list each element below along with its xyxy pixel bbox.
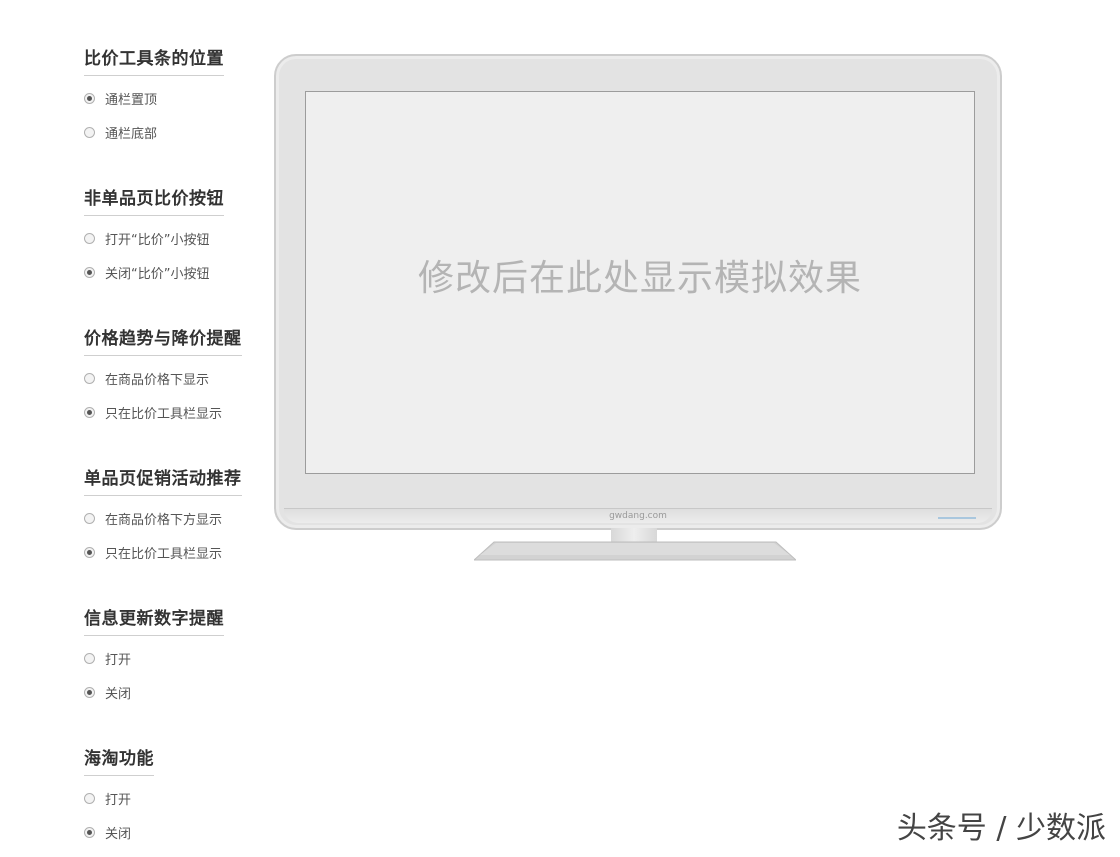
radio-button-checked[interactable]: [84, 687, 95, 698]
monitor-bezel: gwdang.com: [284, 508, 992, 523]
radio-trend-toolbar-only[interactable]: 只在比价工具栏显示: [84, 403, 222, 422]
monitor-stand-base: [474, 541, 796, 561]
radio-toolbar-top[interactable]: 通栏置顶: [84, 89, 157, 108]
radio-button[interactable]: [84, 373, 95, 384]
radio-haitao-on[interactable]: 打开: [84, 789, 131, 808]
radio-button-checked[interactable]: [84, 93, 95, 104]
section-price-trend: 价格趋势与降价提醒 在商品价格下显示 只在比价工具栏显示: [84, 320, 264, 460]
section-update-badge: 信息更新数字提醒 打开 关闭: [84, 600, 264, 740]
radio-button-checked[interactable]: [84, 267, 95, 278]
section-title: 非单品页比价按钮: [84, 184, 224, 216]
radio-badge-off[interactable]: 关闭: [84, 683, 131, 702]
radio-label: 在商品价格下显示: [105, 373, 210, 388]
radio-label: 通栏置顶: [105, 93, 158, 108]
radio-compare-button-on[interactable]: 打开“比价”小按钮: [84, 229, 209, 248]
power-led-icon: [938, 517, 976, 519]
monitor-preview: 修改后在此处显示模拟效果 gwdang.com: [274, 54, 1002, 530]
radio-label: 只在比价工具栏显示: [105, 547, 223, 562]
radio-label: 关闭: [105, 827, 132, 842]
radio-button[interactable]: [84, 653, 95, 664]
section-haitao: 海淘功能 打开 关闭: [84, 740, 264, 857]
radio-label: 通栏底部: [105, 127, 158, 142]
radio-label: 打开“比价”小按钮: [105, 233, 210, 248]
radio-label: 在商品价格下方显示: [105, 513, 223, 528]
radio-button[interactable]: [84, 793, 95, 804]
radio-toolbar-bottom[interactable]: 通栏底部: [84, 123, 157, 142]
section-title: 价格趋势与降价提醒: [84, 324, 242, 356]
brand-label: gwdang.com: [609, 511, 667, 521]
radio-promo-toolbar-only[interactable]: 只在比价工具栏显示: [84, 543, 222, 562]
radio-button-checked[interactable]: [84, 827, 95, 838]
preview-screen: 修改后在此处显示模拟效果: [305, 91, 975, 474]
radio-promo-below-price[interactable]: 在商品价格下方显示: [84, 509, 222, 528]
radio-button-checked[interactable]: [84, 547, 95, 558]
radio-label: 打开: [105, 653, 132, 668]
radio-label: 打开: [105, 793, 132, 808]
settings-panel: 比价工具条的位置 通栏置顶 通栏底部 非单品页比价按钮 打开“比价”小按钮 关闭…: [84, 40, 264, 857]
radio-button[interactable]: [84, 127, 95, 138]
radio-badge-on[interactable]: 打开: [84, 649, 131, 668]
section-title: 单品页促销活动推荐: [84, 464, 242, 496]
radio-label: 关闭: [105, 687, 132, 702]
radio-label: 关闭“比价”小按钮: [105, 267, 210, 282]
section-title: 比价工具条的位置: [84, 44, 224, 76]
section-promotion: 单品页促销活动推荐 在商品价格下方显示 只在比价工具栏显示: [84, 460, 264, 600]
watermark-text: 头条号 / 少数派: [896, 811, 1106, 846]
radio-button[interactable]: [84, 513, 95, 524]
preview-placeholder-text: 修改后在此处显示模拟效果: [417, 257, 862, 299]
radio-trend-below-price[interactable]: 在商品价格下显示: [84, 369, 209, 388]
section-title: 信息更新数字提醒: [84, 604, 224, 636]
section-toolbar-position: 比价工具条的位置 通栏置顶 通栏底部: [84, 40, 264, 180]
radio-button-checked[interactable]: [84, 407, 95, 418]
section-title: 海淘功能: [84, 744, 154, 776]
section-nonproduct-button: 非单品页比价按钮 打开“比价”小按钮 关闭“比价”小按钮: [84, 180, 264, 320]
radio-haitao-off[interactable]: 关闭: [84, 823, 131, 842]
radio-label: 只在比价工具栏显示: [105, 407, 223, 422]
radio-button[interactable]: [84, 233, 95, 244]
radio-compare-button-off[interactable]: 关闭“比价”小按钮: [84, 263, 209, 282]
